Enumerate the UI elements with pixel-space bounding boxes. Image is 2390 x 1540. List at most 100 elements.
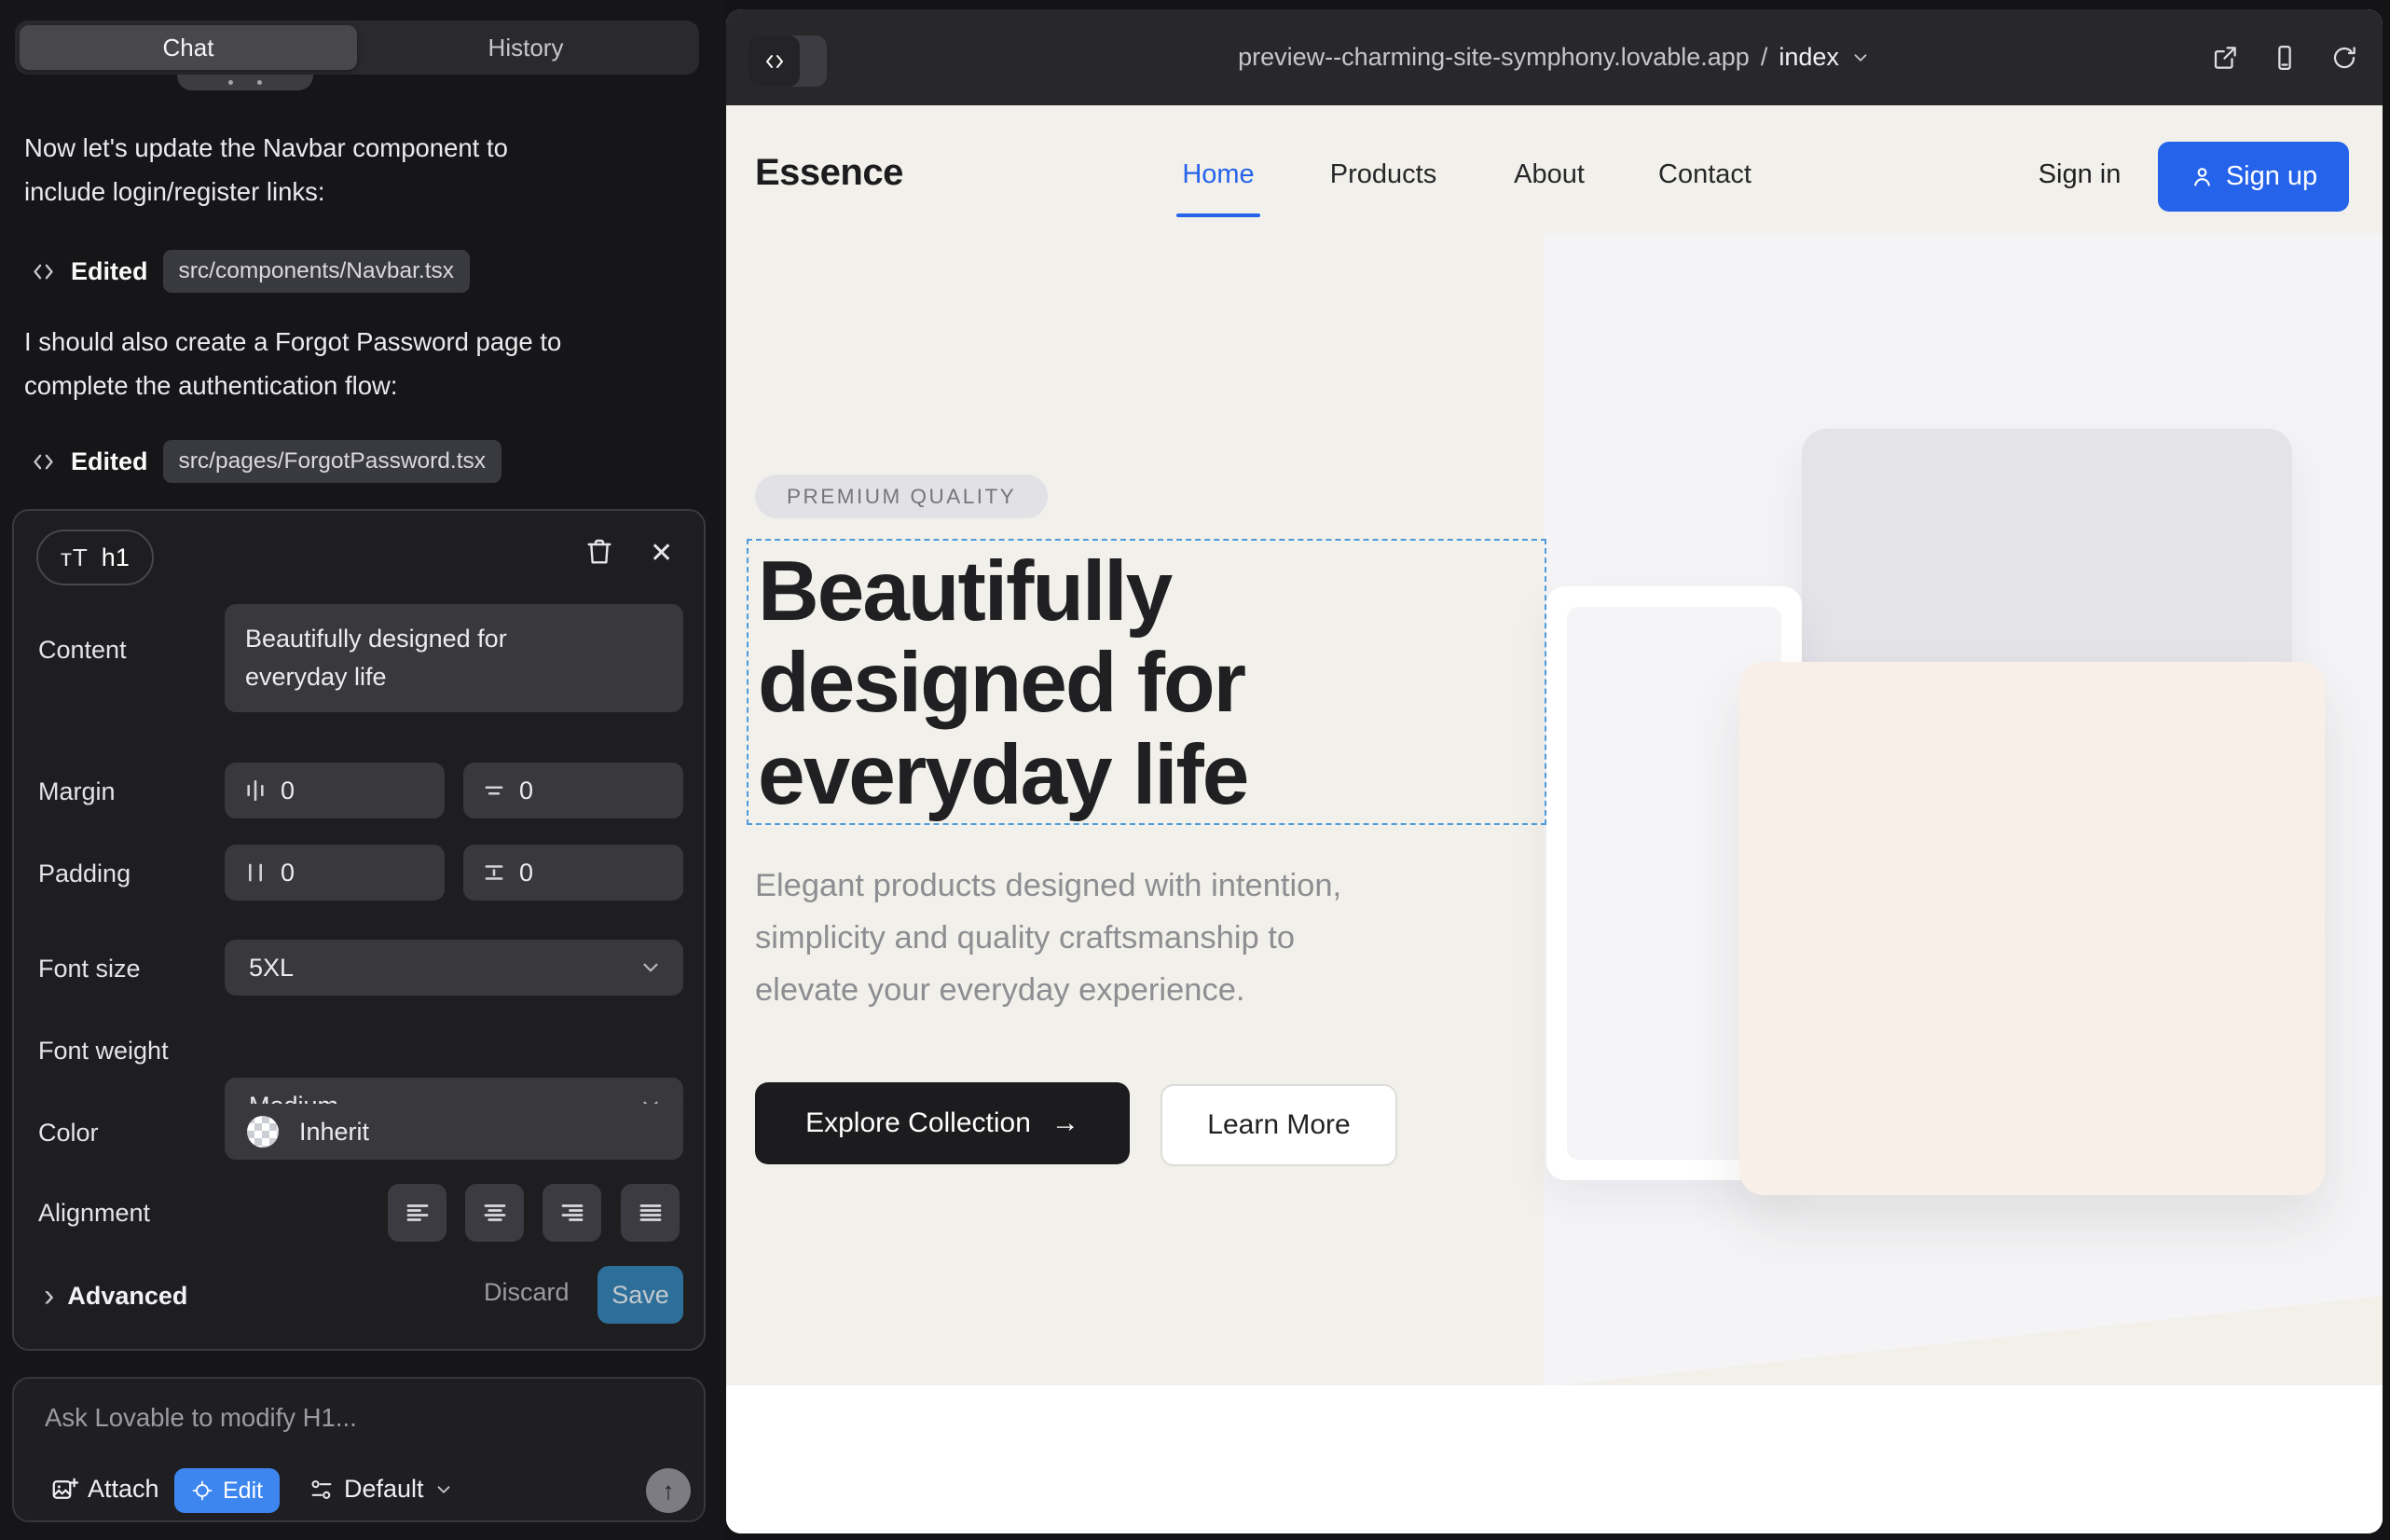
advanced-toggle[interactable]: › Advanced [38,1279,193,1313]
message-line: include login/register links: [24,171,677,214]
edited-file-row: Edited src/components/Navbar.tsx [31,250,470,293]
close-editor-button[interactable]: ✕ [650,537,673,570]
refresh-button[interactable] [2330,44,2358,72]
chevron-down-icon [433,1479,454,1500]
url-page-selector[interactable]: index [1779,43,1839,72]
margin-x-input[interactable]: 0 [225,763,445,818]
chevron-down-icon [1850,48,1871,68]
send-button[interactable]: ↑ [646,1468,691,1513]
chat-history-tabbar: Chat History [15,21,699,75]
active-nav-underline [1176,213,1260,217]
padding-horizontal-icon [243,860,268,885]
align-right-icon [558,1199,586,1227]
color-swatch-transparent [247,1116,279,1148]
explore-collection-button[interactable]: Explore Collection → [755,1082,1130,1164]
assistant-message: Now let's update the Navbar component to… [24,127,677,214]
discard-button[interactable]: Discard [478,1277,575,1308]
nav-link-contact[interactable]: Contact [1658,159,1751,190]
learn-more-button[interactable]: Learn More [1161,1084,1397,1166]
open-external-button[interactable] [2211,44,2239,72]
code-icon [31,449,56,474]
margin-y-input[interactable]: 0 [463,763,683,818]
save-button[interactable]: Save [598,1266,683,1324]
mode-selector[interactable]: Default [303,1474,460,1505]
hero-heading: Beautifully designed for everyday life [749,541,1545,821]
font-size-label: Font size [38,955,141,983]
content-line: everyday life [245,658,663,696]
edited-file-row: Edited src/pages/ForgotPassword.tsx [31,440,501,483]
decor-diagonal-wedge [1565,1297,2383,1385]
sliders-icon [309,1477,335,1503]
color-value: Inherit [299,1118,369,1147]
url-bar[interactable]: preview--charming-site-symphony.lovable.… [726,9,2383,105]
selected-h1-outline[interactable]: Beautifully designed for everyday life [747,539,1546,825]
message-line: I should also create a Forgot Password p… [24,321,677,364]
sign-in-link[interactable]: Sign in [2039,159,2122,190]
heading-line: Beautifully [758,546,1545,638]
url-host: preview--charming-site-symphony.lovable.… [1238,43,1750,72]
section-below-hero [726,1385,2383,1533]
chevron-right-icon: › [44,1280,54,1312]
align-left-button[interactable] [388,1184,446,1242]
chat-input-box[interactable]: Ask Lovable to modify H1... Attach Edit … [12,1377,706,1522]
advanced-label: Advanced [67,1282,187,1311]
align-right-button[interactable] [543,1184,601,1242]
edited-file-badge[interactable]: src/components/Navbar.tsx [163,250,470,293]
hero-paragraph: Elegant products designed with intention… [755,860,1341,1017]
padding-y-input[interactable]: 0 [463,845,683,901]
align-justify-icon [637,1199,665,1227]
align-justify-button[interactable] [621,1184,680,1242]
message-line: complete the authentication flow: [24,364,677,408]
tab-chat[interactable]: Chat [20,25,357,70]
paragraph-line: elevate your everyday experience. [755,965,1341,1017]
site-logo[interactable]: Essence [755,152,903,194]
attach-label: Attach [88,1475,159,1504]
scrolled-chip[interactable] [177,75,313,90]
edit-mode-button[interactable]: Edit [174,1468,280,1513]
type-icon: тT [61,543,89,572]
font-size-select[interactable]: 5XL [225,940,683,996]
padding-vertical-icon [482,860,506,885]
padding-x-value: 0 [281,859,295,887]
preview-panel: preview--charming-site-symphony.lovable.… [726,9,2383,1533]
arrow-right-icon: → [1051,1107,1079,1139]
nav-link-products[interactable]: Products [1330,159,1436,190]
element-tag-label: h1 [102,543,130,572]
heading-line: designed for [758,638,1545,729]
premium-quality-badge: PREMIUM QUALITY [755,474,1048,518]
tab-history[interactable]: History [357,25,694,70]
color-picker[interactable]: Inherit [225,1104,683,1160]
margin-y-value: 0 [519,777,533,805]
edited-file-badge[interactable]: src/pages/ForgotPassword.tsx [163,440,502,483]
margin-vertical-icon [482,778,506,803]
paragraph-line: Elegant products designed with intention… [755,860,1341,913]
code-icon [31,259,56,284]
chat-panel: Chat History Now let's update the Navbar… [0,0,726,1540]
selected-element-tag[interactable]: тT h1 [36,529,154,585]
sign-up-button[interactable]: Sign up [2158,142,2349,212]
sign-up-label: Sign up [2226,161,2317,192]
content-label: Content [38,636,127,665]
attach-image-icon [50,1476,78,1504]
external-link-icon [2211,44,2239,72]
align-left-icon [404,1199,432,1227]
element-editor-panel: тT h1 ✕ Content Beautifully designed for… [12,509,706,1351]
delete-element-button[interactable] [584,537,614,567]
chat-input-placeholder[interactable]: Ask Lovable to modify H1... [45,1403,357,1433]
edited-label: Edited [71,257,148,286]
mobile-view-button[interactable] [2271,44,2299,72]
padding-x-input[interactable]: 0 [225,845,445,901]
content-input[interactable]: Beautifully designed for everyday life [225,604,683,712]
attach-button[interactable]: Attach [45,1474,165,1505]
nav-link-about[interactable]: About [1514,159,1585,190]
message-line: Now let's update the Navbar component to [24,127,677,171]
nav-link-home[interactable]: Home [1182,159,1254,190]
font-weight-label: Font weight [38,1037,169,1066]
color-label: Color [38,1119,99,1148]
align-center-icon [481,1199,509,1227]
align-center-button[interactable] [465,1184,524,1242]
browser-chrome: preview--charming-site-symphony.lovable.… [726,9,2383,105]
edited-label: Edited [71,447,148,476]
browser-actions [2211,9,2358,105]
font-size-value: 5XL [249,954,294,983]
